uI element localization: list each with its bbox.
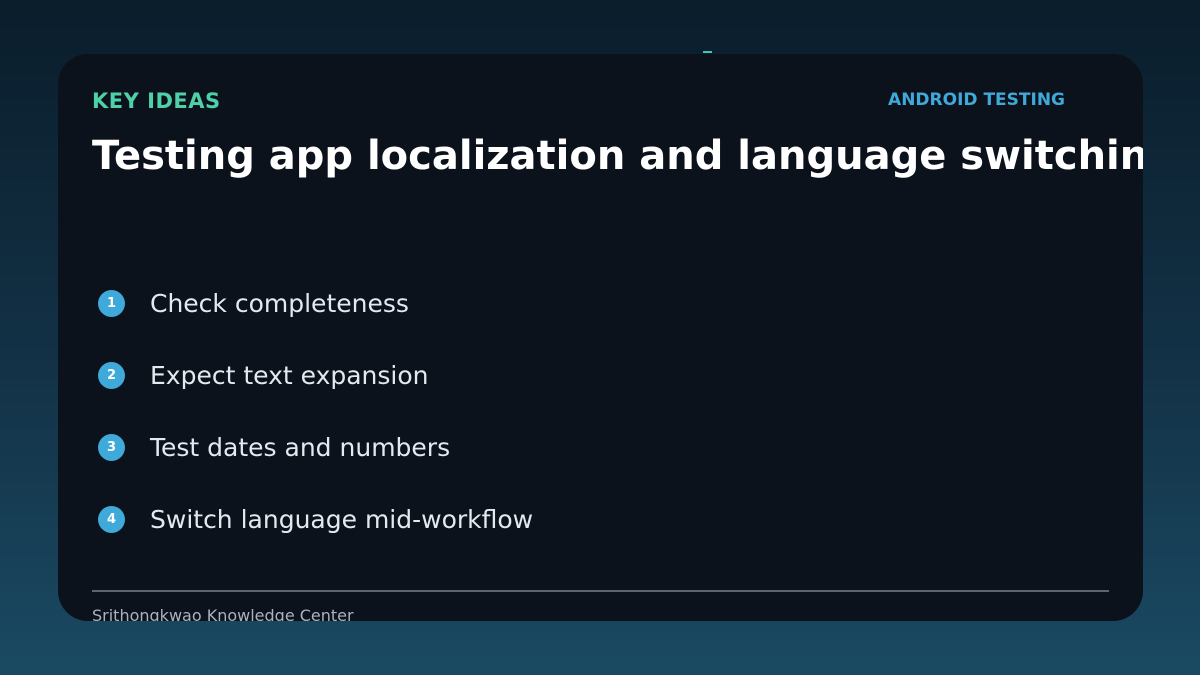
- slide-card: KEY IDEAS ANDROID TESTING Testing app lo…: [58, 54, 1143, 621]
- number-badge: 2: [98, 362, 125, 389]
- key-point-label: Switch language mid-workflow: [150, 505, 534, 534]
- key-point-label: Test dates and numbers: [150, 433, 451, 462]
- accent-tick: [703, 51, 712, 53]
- key-point-label: Expect text expansion: [150, 361, 429, 390]
- number-badge: 4: [98, 506, 125, 533]
- number-badge: 3: [98, 434, 125, 461]
- number-badge: 1: [98, 290, 125, 317]
- footer-credit: Srithongkwao Knowledge Center: [92, 606, 354, 621]
- footer-divider: [92, 590, 1109, 592]
- slide-title: Testing app localization and language sw…: [92, 133, 1143, 179]
- topic-tag: ANDROID TESTING: [888, 90, 1065, 110]
- kicker-label: KEY IDEAS: [92, 89, 221, 113]
- key-point-label: Check completeness: [150, 289, 409, 318]
